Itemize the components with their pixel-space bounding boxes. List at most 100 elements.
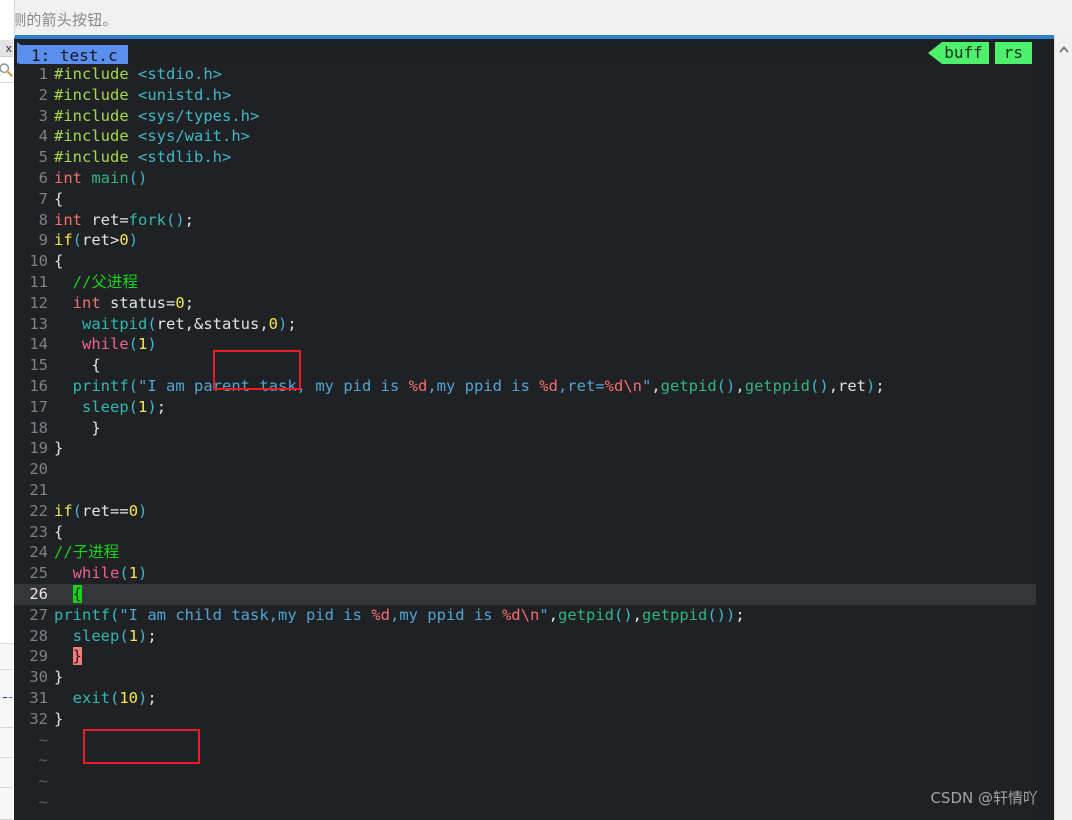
code-line-text: int status=0; (54, 294, 194, 312)
code-line-text: exit(10); (54, 689, 157, 707)
line-number: 14 (29, 335, 48, 354)
close-icon[interactable]: x (0, 40, 13, 57)
tab-test-c-wrapper[interactable]: 1: test.c (17, 42, 128, 67)
code-line[interactable]: 7{ (14, 189, 1036, 210)
code-token: ; (147, 688, 157, 707)
code-token: ) (138, 626, 148, 645)
code-token: ( (128, 335, 139, 354)
code-line[interactable]: 13 waitpid(ret,&status,0); (14, 314, 1036, 335)
code-token: ) (147, 335, 157, 354)
code-line[interactable]: 24 //子进程 (14, 542, 1036, 563)
rail-list-item[interactable] (0, 698, 13, 728)
code-line[interactable]: 23 { (14, 522, 1036, 543)
code-token: ( (119, 564, 129, 583)
code-token: \n (520, 605, 540, 624)
code-token: while (82, 335, 129, 354)
code-token: exit (72, 688, 110, 707)
line-number: 24 (29, 543, 48, 562)
code-line[interactable]: 1 #include <stdio.h> (14, 64, 1036, 85)
code-line[interactable]: 15 { (14, 355, 1036, 376)
code-line[interactable]: 14 while(1) (14, 334, 1036, 355)
code-line[interactable]: 30} (14, 667, 1036, 688)
code-token: getpid (558, 605, 614, 624)
code-token: ) (138, 501, 148, 520)
line-number: 15 (29, 356, 48, 375)
code-line[interactable]: 9 if(ret>0) (14, 230, 1036, 251)
code-token: , (651, 376, 661, 395)
page-scrollbar[interactable] (1054, 37, 1072, 820)
code-editor-content[interactable]: 1 #include <stdio.h> 2 #include <unistd.h> 3… (14, 64, 1036, 820)
left-sidebar-rail[interactable]: x (0, 0, 15, 820)
code-line[interactable]: 22 if(ret==0) (14, 501, 1036, 522)
code-line[interactable]: 28 sleep(1); (14, 626, 1036, 647)
rail-list-item[interactable] (0, 670, 13, 698)
code-line[interactable]: 25 while(1) (14, 563, 1036, 584)
rail-list-item[interactable] (0, 644, 13, 670)
status-label-buff[interactable]: buff (942, 42, 989, 64)
code-line[interactable]: 17 sleep(1); (14, 397, 1036, 418)
code-line-text: waitpid(ret,&status,0); (54, 315, 297, 333)
code-line[interactable]: 4 #include <sys/wait.h> (14, 126, 1036, 147)
code-token: printf (72, 376, 129, 395)
code-token: ) (138, 688, 148, 707)
line-number: 12 (29, 293, 48, 312)
search-icon[interactable] (0, 59, 13, 81)
code-line[interactable]: 2 #include <unistd.h> (14, 85, 1036, 106)
code-token: () (128, 168, 148, 187)
code-line[interactable]: 10 { (14, 251, 1036, 272)
code-token: ( (119, 626, 129, 645)
code-line[interactable]: 29 } (14, 646, 1036, 667)
status-label-rs[interactable]: rs (994, 42, 1032, 64)
code-token: ( (147, 314, 157, 333)
end-of-buffer-line: ~ (14, 792, 1036, 813)
code-token: ; (875, 376, 885, 395)
code-line[interactable]: 11 //父进程 (14, 272, 1036, 293)
editor-tabbar: 1: test.c buff rs (14, 39, 1054, 67)
code-token: " (641, 376, 652, 395)
code-token: printf (54, 605, 110, 624)
code-token: status (110, 293, 166, 312)
code-line-text: } (54, 668, 63, 686)
code-token: } (54, 709, 64, 728)
code-line[interactable]: 18 } (14, 418, 1036, 439)
code-line[interactable]: 8 int ret=fork(); (14, 210, 1036, 231)
code-line[interactable]: 26 { (14, 583, 1036, 605)
code-line[interactable]: 5 #include <stdlib.h> (14, 147, 1036, 168)
code-line[interactable]: 12 int status=0; (14, 293, 1036, 314)
code-token: 1 (128, 564, 139, 583)
rail-list-item[interactable] (0, 758, 13, 788)
code-token: ,ret (828, 376, 867, 395)
code-token: " (539, 605, 549, 624)
line-number: 13 (29, 314, 48, 333)
line-number: 8 (38, 210, 48, 229)
code-line[interactable]: 32} (14, 709, 1036, 730)
code-line[interactable]: 16 printf("I am parent task, my pid is %… (14, 376, 1036, 397)
rail-list-item[interactable] (0, 728, 13, 758)
code-line[interactable]: 6 int main() (14, 168, 1036, 189)
code-token: } (54, 668, 64, 687)
code-line[interactable]: 3 #include <sys/types.h> (14, 106, 1036, 127)
code-line-text: #include <unistd.h> (54, 86, 231, 104)
line-number: 2 (38, 85, 48, 104)
code-line[interactable]: 31 exit(10); (14, 688, 1036, 709)
rail-list-item[interactable] (0, 788, 13, 820)
code-line-text: int main() (54, 169, 147, 187)
code-token: ret== (82, 501, 129, 520)
code-token: () (707, 605, 727, 624)
code-line[interactable]: 27 printf("I am child task,my pid is %d,m… (14, 605, 1036, 626)
line-number: 3 (38, 106, 48, 125)
code-line-text: } (54, 647, 83, 666)
code-line[interactable]: 19} (14, 438, 1036, 459)
code-token: <sys/types.h> (138, 106, 260, 125)
line-number: 4 (38, 127, 48, 146)
scroll-up-arrow-icon[interactable] (1058, 41, 1070, 53)
code-line[interactable]: 20 (14, 459, 1036, 480)
vim-editor-window[interactable]: 1: test.c buff rs 1 #include <stdio.h> 2 #i… (14, 37, 1054, 820)
code-token: { (54, 522, 64, 541)
code-line[interactable]: 21 (14, 480, 1036, 501)
line-number: 29 (29, 647, 48, 666)
